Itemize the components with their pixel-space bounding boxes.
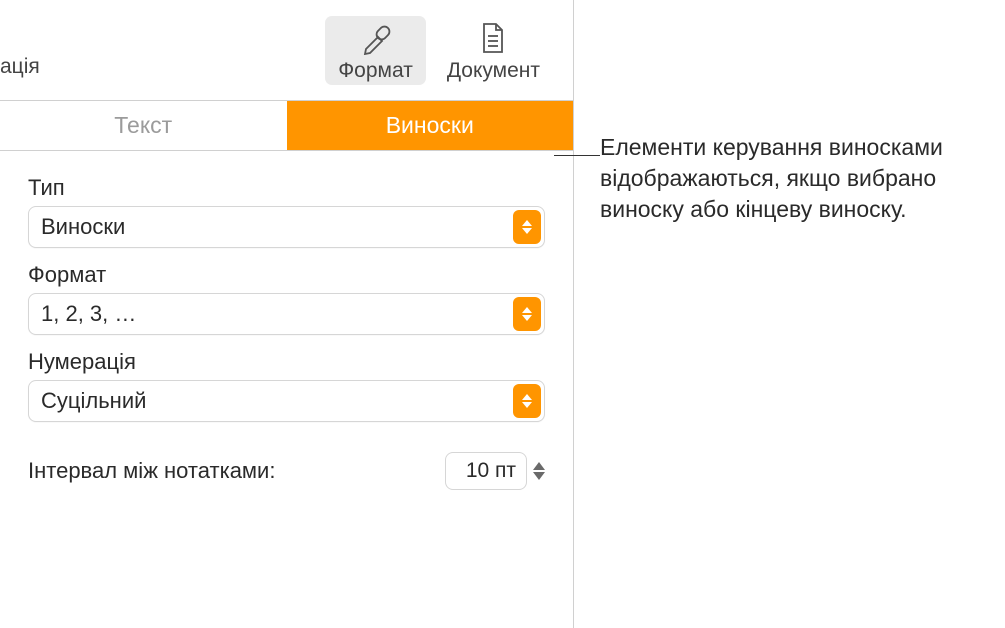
inspector-panel: ація Формат Документ	[0, 0, 574, 628]
type-select[interactable]: Виноски	[28, 206, 545, 248]
spacing-row: Інтервал між нотатками:	[28, 452, 545, 490]
spacing-stepper	[445, 452, 545, 490]
format-label: Формат	[338, 59, 413, 83]
callout-leader-line	[554, 155, 600, 156]
numbering-label: Нумерація	[28, 349, 545, 375]
stepper-up-icon[interactable]	[533, 462, 545, 470]
numbering-value: Суцільний	[41, 388, 146, 414]
field-format: Формат 1, 2, 3, …	[28, 262, 545, 335]
tabs: Текст Виноски	[0, 100, 573, 151]
field-numbering: Нумерація Суцільний	[28, 349, 545, 422]
type-value: Виноски	[41, 214, 125, 240]
format-icon	[360, 21, 392, 57]
format-field-label: Формат	[28, 262, 545, 288]
tab-footnotes[interactable]: Виноски	[287, 101, 574, 150]
chevron-updown-icon	[513, 210, 541, 244]
callout-text: Елементи керування виносками відображают…	[600, 132, 1000, 225]
tab-text[interactable]: Текст	[0, 101, 287, 150]
type-label: Тип	[28, 175, 545, 201]
chevron-updown-icon	[513, 384, 541, 418]
stepper-down-icon[interactable]	[533, 472, 545, 480]
format-value: 1, 2, 3, …	[41, 301, 136, 327]
document-icon	[478, 21, 508, 57]
format-button[interactable]: Формат	[325, 16, 426, 85]
chevron-updown-icon	[513, 297, 541, 331]
numbering-select[interactable]: Суцільний	[28, 380, 545, 422]
format-select[interactable]: 1, 2, 3, …	[28, 293, 545, 335]
spacing-input[interactable]	[445, 452, 527, 490]
stepper-buttons	[533, 462, 545, 480]
content-area: Тип Виноски Формат 1, 2, 3, … Нумерація …	[0, 151, 573, 514]
toolbar: ація Формат Документ	[0, 0, 573, 100]
toolbar-cutoff-label: ація	[0, 55, 40, 79]
field-type: Тип Виноски	[28, 175, 545, 248]
document-button[interactable]: Документ	[434, 16, 553, 85]
document-label: Документ	[447, 59, 540, 83]
spacing-label: Інтервал між нотатками:	[28, 458, 275, 484]
